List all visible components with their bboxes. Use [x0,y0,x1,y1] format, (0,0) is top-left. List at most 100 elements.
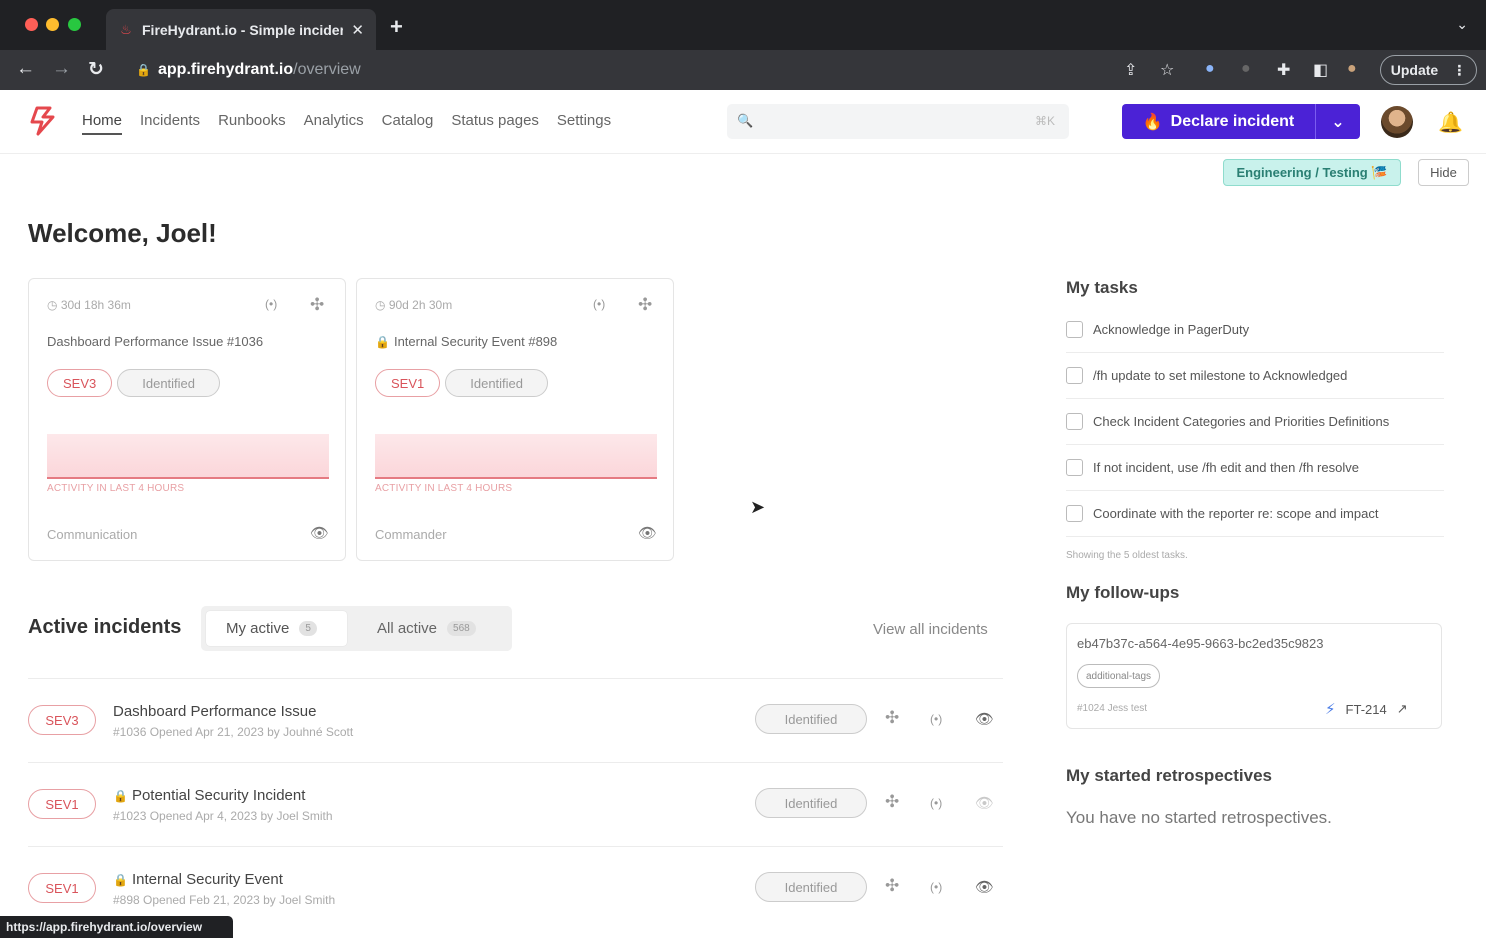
close-window-button[interactable] [25,18,38,31]
broadcast-icon[interactable]: (•) [930,880,942,894]
slack-icon[interactable]: ✣ [638,295,652,315]
broadcast-icon[interactable]: (•) [930,712,942,726]
activity-label: ACTIVITY IN LAST 4 HOURS [375,483,513,494]
incident-card[interactable]: ◷ 90d 2h 30m (•) ✣ 🔒 Internal Security Ev… [356,278,674,561]
incident-name-text: Internal Security Event [131,871,283,888]
status-badge: Identified [755,704,867,734]
incident-timer: 30d 18h 36m [60,298,131,312]
close-tab-icon[interactable]: ✕ [351,21,364,39]
task-checkbox[interactable] [1066,505,1083,522]
url-host: app.firehydrant.io [158,61,294,78]
nav-settings[interactable]: Settings [557,112,611,135]
task-item[interactable]: Acknowledge in PagerDuty [1066,307,1444,353]
welcome-heading: Welcome, Joel! [28,218,217,248]
incident-name-text: Potential Security Incident [131,787,306,804]
extension-1-icon[interactable]: ● [1205,60,1215,78]
declare-dropdown-chevron-icon[interactable]: ⌄ [1316,104,1360,139]
my-active-label: My active [226,620,290,637]
nav-analytics[interactable]: Analytics [304,112,364,135]
notification-bell-icon[interactable]: 🔔 [1438,110,1463,135]
side-panel-icon[interactable]: ◧ [1313,60,1328,80]
task-label: Coordinate with the reporter re: scope a… [1093,506,1379,521]
incident-name[interactable]: Dashboard Performance Issue [113,703,316,720]
table-row[interactable]: SEV3 Dashboard Performance Issue #1036 O… [28,678,1003,762]
browser-tab[interactable]: ♨ FireHydrant.io - Simple incider ✕ [106,9,376,50]
user-avatar[interactable] [1381,106,1413,138]
incident-name[interactable]: 🔒 Internal Security Event [113,871,283,888]
tab-search-chevron-icon[interactable]: ⌄ [1456,16,1468,33]
task-checkbox[interactable] [1066,321,1083,338]
task-label: If not incident, use /fh edit and then /… [1093,460,1359,475]
lock-icon: 🔒 [136,63,151,77]
reload-icon[interactable]: ↻ [88,58,104,81]
status-badge: Identified [755,788,867,818]
environment-badge[interactable]: Engineering / Testing 🎏 [1223,159,1401,186]
task-checkbox[interactable] [1066,413,1083,430]
slack-icon[interactable]: ✣ [885,708,899,728]
watch-eye-icon[interactable]: 👁 [975,794,994,812]
no-retrospectives-text: You have no started retrospectives. [1066,808,1332,827]
followup-incident-ref[interactable]: #1024 Jess test [1077,703,1147,714]
profile-avatar-icon[interactable]: ● [1347,60,1357,78]
lock-icon: 🔒 [113,873,128,887]
task-item[interactable]: /fh update to set milestone to Acknowled… [1066,353,1444,399]
back-arrow-icon[interactable]: ← [16,58,35,80]
task-checkbox[interactable] [1066,459,1083,476]
task-item[interactable]: Coordinate with the reporter re: scope a… [1066,491,1444,537]
severity-badge: SEV3 [28,705,96,735]
external-link-icon[interactable]: ↗ [1397,701,1408,717]
nav-home[interactable]: Home [82,112,123,135]
incident-meta: #1023 Opened Apr 4, 2023 by Joel Smith [113,809,333,823]
clock-icon: ◷ 30d 18h 36m [47,298,131,312]
slack-icon[interactable]: ✣ [885,876,899,896]
slack-icon[interactable]: ✣ [885,792,899,812]
incident-card[interactable]: ◷ 30d 18h 36m (•) ✣ Dashboard Performanc… [28,278,346,561]
broadcast-icon[interactable]: (•) [265,297,277,311]
nav-runbooks[interactable]: Runbooks [218,112,286,135]
incident-name[interactable]: 🔒 Potential Security Incident [113,787,305,804]
all-active-tab[interactable]: All active 568 [357,611,496,646]
nav-status-pages[interactable]: Status pages [451,112,539,135]
share-icon[interactable]: ⇪ [1124,60,1137,80]
broadcast-icon[interactable]: (•) [593,297,605,311]
broadcast-icon[interactable]: (•) [930,796,942,810]
incident-card-title[interactable]: 🔒 Internal Security Event #898 [375,334,557,349]
maximize-window-button[interactable] [68,18,81,31]
task-item[interactable]: Check Incident Categories and Priorities… [1066,399,1444,445]
incident-timer: 90d 2h 30m [388,298,453,312]
tasks-showing-note: Showing the 5 oldest tasks. [1066,550,1188,561]
watch-eye-icon[interactable]: 👁 [310,524,329,542]
followup-card[interactable]: eb47b37c-a564-4e95-9663-bc2ed35c9823 add… [1066,623,1442,729]
address-bar[interactable]: 🔒 app.firehydrant.io/overview [124,55,1124,85]
extensions-puzzle-icon[interactable]: ✚ [1277,60,1290,80]
watch-eye-icon[interactable]: 👁 [975,878,994,896]
forward-arrow-icon[interactable]: → [52,58,71,80]
watch-eye-icon[interactable]: 👁 [975,710,994,728]
view-all-incidents-link[interactable]: View all incidents [873,621,988,638]
incident-card-title[interactable]: Dashboard Performance Issue #1036 [47,334,263,349]
activity-label: ACTIVITY IN LAST 4 HOURS [47,483,185,494]
incident-meta: #898 Opened Feb 21, 2023 by Joel Smith [113,893,336,907]
extension-2-icon[interactable]: ● [1241,60,1251,78]
task-checkbox[interactable] [1066,367,1083,384]
table-row[interactable]: SEV1 🔒 Potential Security Incident #1023 … [28,762,1003,846]
task-item[interactable]: If not incident, use /fh edit and then /… [1066,445,1444,491]
minimize-window-button[interactable] [46,18,59,31]
firehydrant-logo-icon[interactable] [28,106,58,136]
bookmark-star-icon[interactable]: ☆ [1160,60,1174,80]
search-input[interactable]: 🔍 ⌘K [727,104,1069,139]
new-tab-button[interactable]: + [390,14,403,40]
update-label: Update [1390,62,1439,78]
watch-eye-icon[interactable]: 👁 [638,524,657,542]
hide-button[interactable]: Hide [1418,159,1469,186]
update-button[interactable]: Update ⋮ [1380,55,1477,85]
nav-incidents[interactable]: Incidents [140,112,200,135]
nav-catalog[interactable]: Catalog [382,112,434,135]
role-label: Commander [375,527,447,542]
ticket-link[interactable]: ⚡ FT-214 ↗ [1325,700,1408,718]
severity-badge: SEV1 [375,369,441,397]
declare-incident-button[interactable]: 🔥 Declare incident [1122,104,1316,139]
slack-icon[interactable]: ✣ [310,295,324,315]
task-label: Acknowledge in PagerDuty [1093,322,1250,337]
my-active-tab[interactable]: My active 5 [206,611,347,646]
